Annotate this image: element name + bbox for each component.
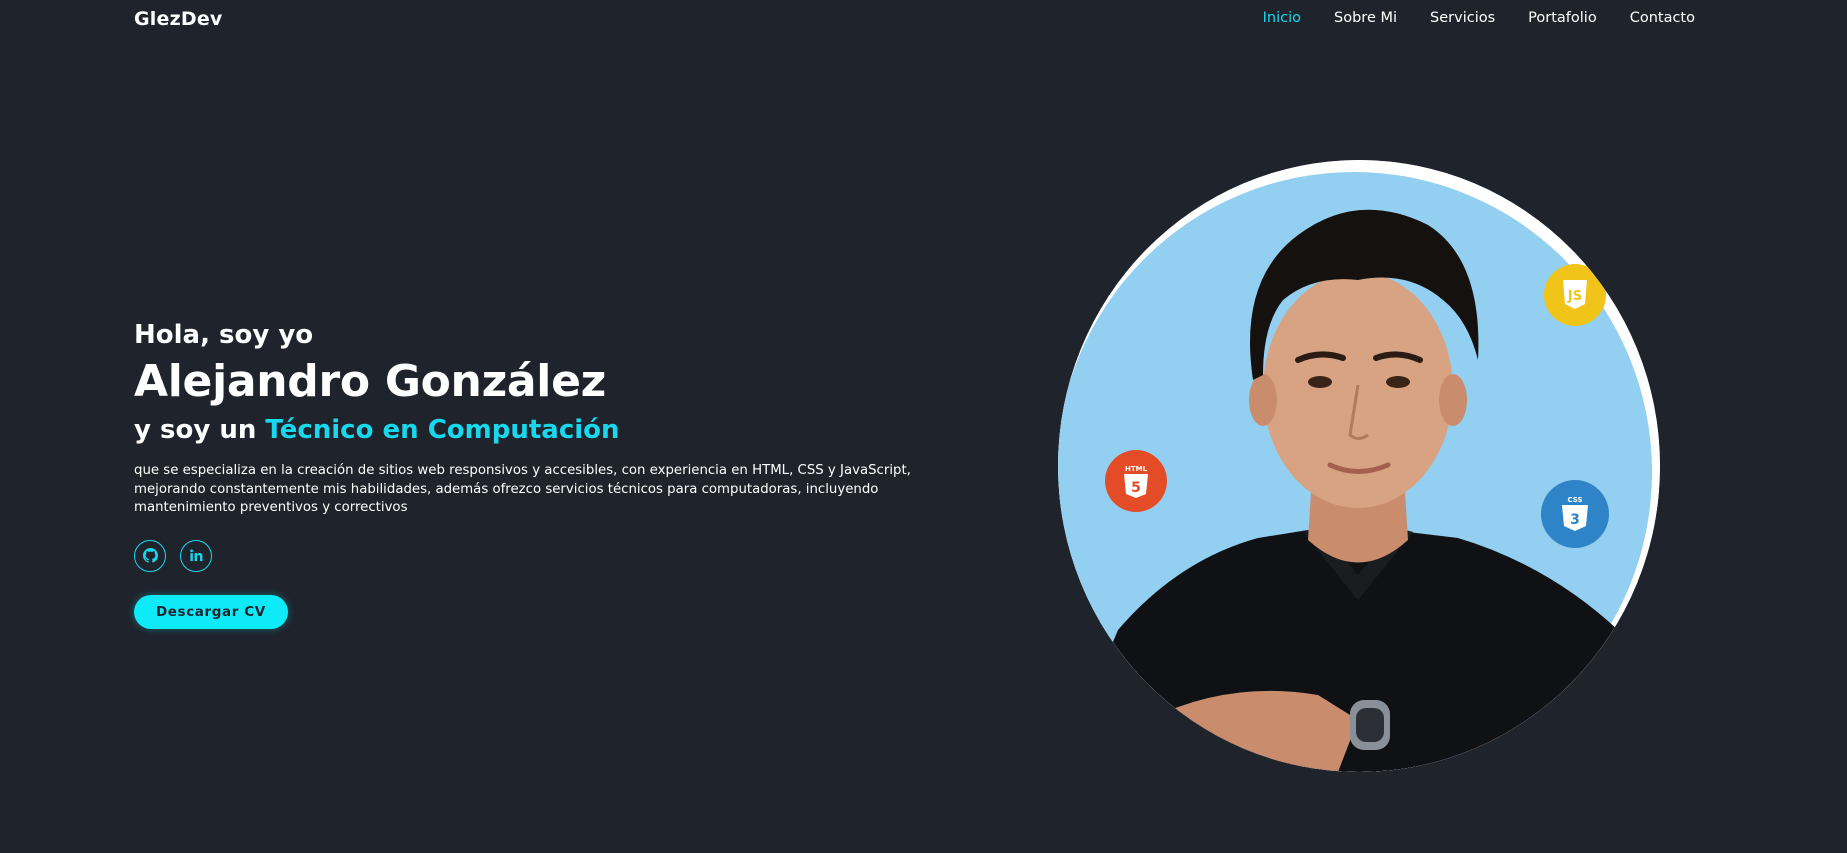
- hero-greeting: Hola, soy yo: [134, 320, 314, 350]
- site-logo[interactable]: GlezDev: [134, 8, 223, 30]
- javascript-badge-label: JS: [1567, 289, 1582, 304]
- nav-link-sobre-mi[interactable]: Sobre Mi: [1334, 10, 1397, 26]
- svg-text:3: 3: [1570, 512, 1580, 528]
- css3-badge: CSS 3: [1541, 480, 1609, 548]
- portrait-circle: HTML 5 JS CSS 3: [1058, 160, 1660, 772]
- css3-badge-label: CSS: [1567, 496, 1582, 504]
- nav-link-portafolio[interactable]: Portafolio: [1528, 10, 1597, 26]
- nav-link-inicio[interactable]: Inicio: [1263, 10, 1301, 26]
- github-icon: [142, 548, 158, 563]
- main-nav: Inicio Sobre Mi Servicios Portafolio Con…: [1263, 10, 1695, 26]
- role-highlight: Técnico en Computación: [265, 415, 620, 445]
- hero-description: que se especializa en la creación de sit…: [134, 463, 911, 515]
- hero-role: y soy un Técnico en Computación: [134, 411, 994, 449]
- social-links: [134, 539, 994, 572]
- nav-link-contacto[interactable]: Contacto: [1630, 10, 1695, 26]
- hero-text: Hola, soy yo Alejandro González y soy un…: [134, 317, 994, 629]
- site-header: GlezDev Inicio Sobre Mi Servicios Portaf…: [0, 0, 1847, 40]
- github-link[interactable]: [134, 539, 166, 572]
- svg-text:5: 5: [1131, 480, 1141, 496]
- nav-link-servicios[interactable]: Servicios: [1430, 10, 1495, 26]
- javascript-badge: JS: [1544, 264, 1606, 326]
- hero-name: Alejandro González: [134, 356, 606, 407]
- role-prefix: y soy un: [134, 415, 266, 445]
- download-cv-button[interactable]: Descargar CV: [134, 594, 288, 629]
- page: GlezDev Inicio Sobre Mi Servicios Portaf…: [0, 0, 1847, 853]
- linkedin-icon: [189, 549, 202, 562]
- linkedin-link[interactable]: [180, 539, 212, 572]
- html5-badge-label: HTML: [1125, 465, 1148, 473]
- profile-portrait: HTML 5 JS CSS 3: [1058, 160, 1660, 772]
- html5-badge: HTML 5: [1105, 450, 1167, 512]
